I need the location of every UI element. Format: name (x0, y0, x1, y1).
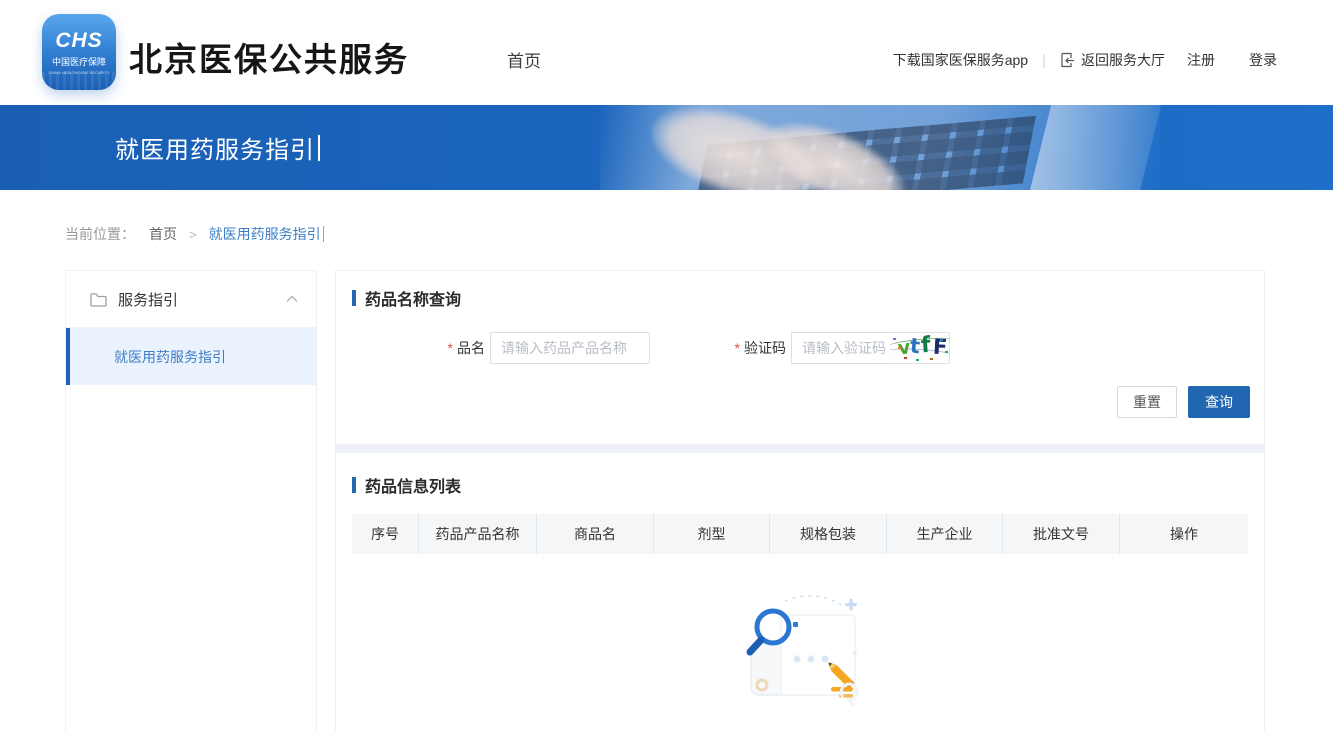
text-cursor (318, 135, 320, 161)
captcha-noise-dot (904, 357, 907, 359)
breadcrumb-home-link[interactable]: 首页 (149, 224, 177, 244)
column-header: 剂型 (654, 514, 770, 554)
reset-button[interactable]: 重置 (1117, 386, 1177, 418)
captcha-char: f (920, 333, 931, 358)
column-header: 规格包装 (770, 514, 887, 554)
sidebar: 服务指引 就医用药服务指引 (65, 270, 317, 731)
nav-home-link[interactable]: 首页 (507, 47, 541, 72)
breadcrumb-prefix: 当前位置： (65, 224, 135, 244)
breadcrumb-separator: > (189, 227, 197, 242)
captcha-noise-dot (940, 339, 943, 341)
list-section-title: 药品信息列表 (352, 473, 461, 497)
table-header-row: 序号 药品产品名称 商品名 剂型 规格包装 生产企业 批准文号 操作 (352, 514, 1248, 554)
column-header: 商品名 (537, 514, 654, 554)
captcha-char: t (909, 334, 921, 359)
captcha-noise-dot (930, 358, 933, 360)
breadcrumb-current: 就医用药服务指引 (209, 224, 321, 244)
column-header: 生产企业 (887, 514, 1003, 554)
chevron-up-icon (286, 295, 298, 303)
main-panel: 药品名称查询 *品名 *验证码 v t f F 重置 查询 药 (335, 270, 1265, 731)
query-section-title: 药品名称查询 (352, 286, 461, 310)
section-accent-bar (352, 477, 356, 493)
site-title: 北京医保公共服务 (129, 33, 409, 81)
text-cursor (323, 226, 324, 242)
login-link[interactable]: 登录 (1249, 50, 1277, 70)
drug-info-table: 序号 药品产品名称 商品名 剂型 规格包装 生产企业 批准文号 操作 (352, 514, 1248, 554)
header-links: 下载国家医保服务app | 返回服务大厅 注册 登录 (893, 50, 1277, 70)
sidebar-group-label: 服务指引 (118, 289, 178, 310)
captcha-noise-dot (916, 359, 919, 361)
return-hall-label: 返回服务大厅 (1081, 50, 1165, 70)
query-button[interactable]: 查询 (1188, 386, 1250, 418)
captcha-noise-dot (898, 347, 901, 349)
chs-logo: CHS 中国医疗保障 CHINA HEALTHCARE SECURITY (42, 14, 116, 90)
logo-subtitle: 中国医疗保障 (52, 55, 106, 68)
breadcrumb: 当前位置： 首页 > 就医用药服务指引 (65, 224, 324, 244)
captcha-input-box: v t f F (791, 332, 950, 364)
page-header: CHS 中国医疗保障 CHINA HEALTHCARE SECURITY 北京医… (0, 0, 1333, 105)
required-asterisk: * (735, 340, 740, 356)
register-link[interactable]: 注册 (1187, 50, 1215, 70)
column-header: 序号 (352, 514, 419, 554)
captcha-field-label: *验证码 (622, 333, 786, 363)
name-field-label: *品名 (336, 333, 485, 363)
page-banner: 就医用药服务指引 (0, 105, 1333, 190)
empty-state-illustration (735, 589, 865, 709)
header-divider: | (1042, 52, 1046, 69)
return-hall-link[interactable]: 返回服务大厅 (1060, 50, 1165, 70)
exit-hall-icon (1060, 52, 1076, 68)
sidebar-group-service-guide[interactable]: 服务指引 (66, 271, 316, 328)
captcha-image[interactable]: v t f F (890, 333, 949, 363)
required-asterisk: * (448, 340, 453, 356)
banner-laptop-shape (1026, 105, 1163, 190)
sidebar-item-label: 就医用药服务指引 (114, 347, 226, 367)
banner-title: 就医用药服务指引 (115, 130, 315, 165)
captcha-noise-dot (893, 338, 896, 340)
column-header: 批准文号 (1003, 514, 1120, 554)
folder-icon (90, 292, 107, 307)
section-divider (336, 444, 1264, 453)
logo-acronym: CHS (55, 30, 102, 51)
no-data-icon (735, 589, 865, 709)
captcha-noise-dot (945, 351, 948, 353)
download-app-link[interactable]: 下载国家医保服务app (893, 50, 1028, 70)
logo-subtitle-en: CHINA HEALTHCARE SECURITY (48, 70, 109, 75)
sidebar-item-medication-guide[interactable]: 就医用药服务指引 (66, 328, 316, 385)
section-accent-bar (352, 290, 356, 306)
captcha-input[interactable] (792, 333, 890, 363)
column-header: 药品产品名称 (419, 514, 537, 554)
column-header: 操作 (1120, 514, 1248, 554)
